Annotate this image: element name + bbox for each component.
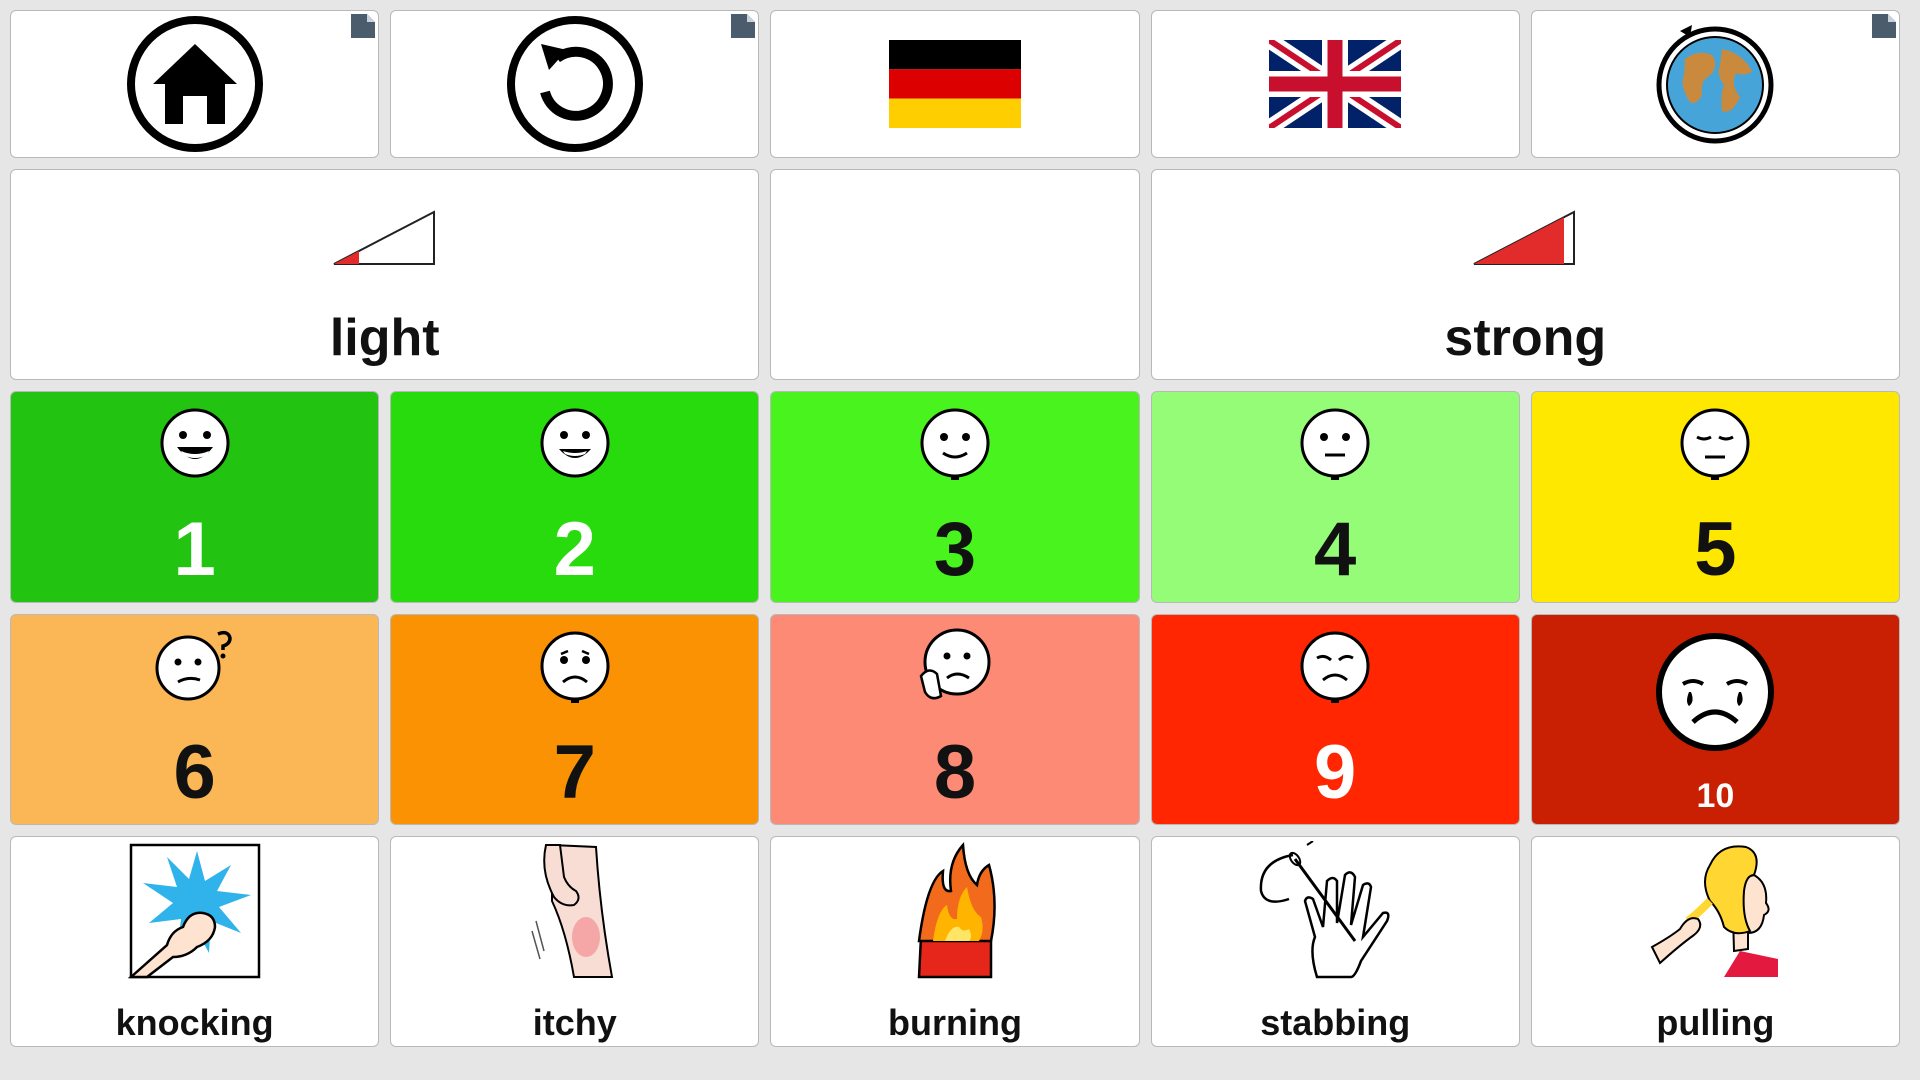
pain-type-label: itchy <box>532 1001 617 1043</box>
switch-language-button[interactable] <box>1530 10 1900 159</box>
pain-level-label: 9 <box>1314 729 1357 815</box>
strong-intensity-button[interactable]: strong <box>1150 169 1900 381</box>
happy-face-icon <box>391 400 758 486</box>
pain-level-8-button[interactable]: 8 <box>770 613 1140 825</box>
needle-hand-icon <box>1152 840 1519 981</box>
back-button[interactable] <box>390 10 760 159</box>
pain-level-5-button[interactable]: 5 <box>1530 391 1900 603</box>
stabbing-button[interactable]: stabbing <box>1150 835 1520 1047</box>
very-happy-face-icon <box>11 400 378 486</box>
worried-face-icon <box>771 623 1138 709</box>
pain-level-4-button[interactable]: 4 <box>1150 391 1520 603</box>
pain-level-label: 7 <box>553 729 596 815</box>
pain-level-6-button[interactable]: 6 <box>10 613 380 825</box>
knocking-button[interactable]: knocking <box>10 835 380 1047</box>
pain-level-2-button[interactable]: 2 <box>390 391 760 603</box>
light-label: light <box>329 309 440 368</box>
globe-refresh-icon <box>1532 11 1899 157</box>
folder-corner-icon <box>351 14 376 38</box>
pain-level-label: 5 <box>1694 507 1737 593</box>
smile-face-icon <box>771 400 1138 486</box>
pulling-button[interactable]: pulling <box>1530 835 1900 1047</box>
hair-pulling-icon <box>1532 841 1899 981</box>
empty-cell <box>770 169 1140 381</box>
folder-corner-icon <box>1872 14 1896 38</box>
tired-face-icon <box>1532 400 1899 486</box>
pain-type-label: burning <box>888 1001 1022 1043</box>
pain-level-label: 10 <box>1696 776 1735 815</box>
neutral-face-icon <box>1152 400 1519 486</box>
germany-flag-icon <box>771 11 1138 157</box>
undo-icon <box>391 11 758 157</box>
pain-type-label: knocking <box>115 1001 274 1043</box>
light-intensity-button[interactable]: light <box>10 169 760 381</box>
folder-corner-icon <box>731 14 756 38</box>
english-language-button[interactable] <box>1150 10 1520 159</box>
upset-face-icon <box>1152 623 1519 709</box>
confused-face-icon <box>11 623 378 709</box>
pain-level-10-button[interactable]: 10 <box>1530 613 1900 825</box>
home-button[interactable] <box>10 10 380 159</box>
pain-level-label: 3 <box>933 507 977 593</box>
german-language-button[interactable] <box>770 10 1140 159</box>
home-icon <box>11 11 378 157</box>
crying-face-icon <box>1532 627 1899 757</box>
burning-button[interactable]: burning <box>770 835 1140 1047</box>
pain-level-9-button[interactable]: 9 <box>1150 613 1520 825</box>
strong-label: strong <box>1444 309 1607 368</box>
sad-face-icon <box>391 623 758 709</box>
pain-level-label: 1 <box>173 507 216 593</box>
pain-level-1-button[interactable]: 1 <box>10 391 380 603</box>
light-intensity-wedge-icon <box>11 200 758 275</box>
pain-level-7-button[interactable]: 7 <box>390 613 760 825</box>
pain-level-label: 2 <box>553 507 596 593</box>
fire-icon <box>771 841 1138 981</box>
communication-board: light strong 1 2 3 4 5 6 7 8 9 10 knocki… <box>10 10 1900 1047</box>
strong-intensity-wedge-icon <box>1152 200 1899 275</box>
knocking-fist-icon <box>11 841 378 981</box>
pain-level-label: 8 <box>933 729 977 815</box>
pain-type-label: pulling <box>1656 1001 1775 1043</box>
pain-level-3-button[interactable]: 3 <box>770 391 1140 603</box>
pain-level-label: 6 <box>173 729 216 815</box>
pain-level-label: 4 <box>1314 507 1357 593</box>
itchy-leg-icon <box>391 841 758 981</box>
pain-type-label: stabbing <box>1260 1001 1411 1043</box>
itchy-button[interactable]: itchy <box>390 835 760 1047</box>
uk-flag-icon <box>1152 11 1519 157</box>
